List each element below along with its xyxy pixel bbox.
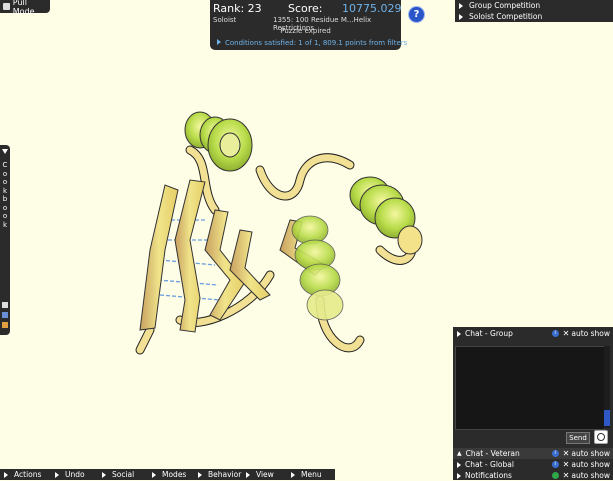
conditions-text: Conditions satisfied: 1 of 1, 809.1 poin… bbox=[225, 39, 408, 47]
expand-triangle-icon bbox=[198, 471, 202, 478]
puzzle-status: Puzzle expired bbox=[280, 27, 331, 35]
chat-global-label: Chat - Global bbox=[465, 460, 514, 469]
menu-menu[interactable]: Menu bbox=[291, 470, 331, 479]
conditions-toggle[interactable]: Conditions satisfied: 1 of 1, 809.1 poin… bbox=[217, 39, 407, 47]
auto-show-label[interactable]: auto show bbox=[571, 471, 610, 480]
chat-panel: Chat - Group i ✕ auto show Send ▲ Chat -… bbox=[453, 327, 613, 480]
expand-triangle-icon bbox=[457, 330, 461, 337]
pull-mode-icon bbox=[3, 3, 10, 10]
menu-undo[interactable]: Undo bbox=[55, 470, 102, 479]
menu-undo-label: Undo bbox=[65, 470, 85, 479]
expand-triangle-icon bbox=[217, 39, 221, 45]
recipe-icon[interactable] bbox=[2, 302, 8, 308]
cookbook-label: Cookbook bbox=[2, 161, 8, 229]
menu-social-label: Social bbox=[112, 470, 135, 479]
play-mode: Soloist bbox=[213, 16, 237, 24]
soloist-competition-toggle[interactable]: Soloist Competition bbox=[455, 11, 613, 22]
chat-scrollbar[interactable] bbox=[604, 346, 610, 428]
info-icon[interactable]: i bbox=[551, 330, 559, 337]
menu-modes[interactable]: Modes bbox=[152, 470, 198, 479]
expand-triangle-icon bbox=[459, 13, 463, 20]
send-button[interactable]: Send bbox=[566, 432, 590, 444]
auto-show-label[interactable]: auto show bbox=[571, 460, 610, 469]
menu-social[interactable]: Social bbox=[102, 470, 152, 479]
menu-view[interactable]: View bbox=[246, 470, 291, 479]
expand-triangle-icon bbox=[459, 2, 463, 9]
expand-triangle-icon bbox=[291, 471, 295, 478]
menu-behavior[interactable]: Behavior bbox=[198, 470, 246, 479]
notification-icon[interactable] bbox=[551, 472, 559, 479]
chat-messages[interactable] bbox=[455, 346, 605, 430]
auto-show-label[interactable]: auto show bbox=[571, 329, 610, 338]
chat-veteran-label: Chat - Veteran bbox=[465, 449, 520, 458]
close-icon[interactable]: ✕ bbox=[563, 329, 570, 338]
score-label: Score: bbox=[288, 2, 323, 15]
scrollbar-thumb[interactable] bbox=[604, 410, 610, 426]
pull-mode-button[interactable]: Pull Mode bbox=[0, 0, 50, 16]
auto-show-label[interactable]: auto show bbox=[571, 449, 610, 458]
expand-triangle-icon bbox=[55, 471, 59, 478]
score-value: 10775.029 bbox=[342, 2, 402, 15]
chat-veteran-header[interactable]: ▲ Chat - Veteran i ✕ auto show bbox=[453, 448, 613, 459]
menu-menu-label: Menu bbox=[301, 470, 322, 479]
expand-triangle-icon bbox=[102, 471, 106, 478]
expand-triangle-icon bbox=[4, 471, 8, 478]
bottom-menu-bar: Actions Undo Social Modes Behavior View … bbox=[0, 469, 335, 480]
notifications-label: Notifications bbox=[465, 471, 512, 480]
recipe-icon[interactable] bbox=[2, 322, 8, 328]
cookbook-tab[interactable]: Cookbook bbox=[0, 145, 10, 335]
menu-actions[interactable]: Actions bbox=[4, 470, 55, 479]
collapse-triangle-icon bbox=[2, 149, 8, 154]
clock-icon[interactable] bbox=[594, 430, 608, 444]
expand-triangle-icon bbox=[457, 472, 461, 479]
info-icon[interactable]: i bbox=[551, 450, 559, 457]
expand-triangle-icon bbox=[457, 461, 461, 468]
menu-modes-label: Modes bbox=[162, 470, 187, 479]
close-icon[interactable]: ✕ bbox=[563, 449, 570, 458]
chat-global-header[interactable]: Chat - Global i ✕ auto show bbox=[453, 459, 613, 470]
score-panel: Rank: 23 Score: 10775.029 Soloist 1355: … bbox=[210, 0, 407, 50]
close-icon[interactable]: ✕ bbox=[563, 460, 570, 469]
pull-mode-label: Pull Mode bbox=[12, 0, 35, 16]
info-icon[interactable]: i bbox=[551, 461, 559, 468]
chat-group-header[interactable]: Chat - Group i ✕ auto show bbox=[453, 328, 613, 339]
competitions-panel: Group Competition Soloist Competition bbox=[455, 0, 613, 22]
group-competition-label: Group Competition bbox=[469, 1, 541, 10]
soloist-competition-label: Soloist Competition bbox=[469, 12, 543, 21]
group-competition-toggle[interactable]: Group Competition bbox=[455, 0, 613, 11]
rank-label: Rank: 23 bbox=[213, 2, 262, 15]
notifications-header[interactable]: Notifications ✕ auto show bbox=[453, 470, 613, 481]
help-button[interactable]: ? bbox=[408, 6, 425, 23]
menu-actions-label: Actions bbox=[14, 470, 42, 479]
recipe-icon[interactable] bbox=[2, 312, 8, 318]
menu-view-label: View bbox=[256, 470, 274, 479]
close-icon[interactable]: ✕ bbox=[563, 471, 570, 480]
expand-triangle-icon bbox=[246, 471, 250, 478]
protein-viewport[interactable] bbox=[120, 100, 450, 370]
expand-triangle-icon bbox=[152, 471, 156, 478]
chat-group-label: Chat - Group bbox=[465, 329, 513, 338]
collapse-triangle-icon: ▲ bbox=[457, 450, 462, 457]
menu-behavior-label: Behavior bbox=[208, 470, 242, 479]
